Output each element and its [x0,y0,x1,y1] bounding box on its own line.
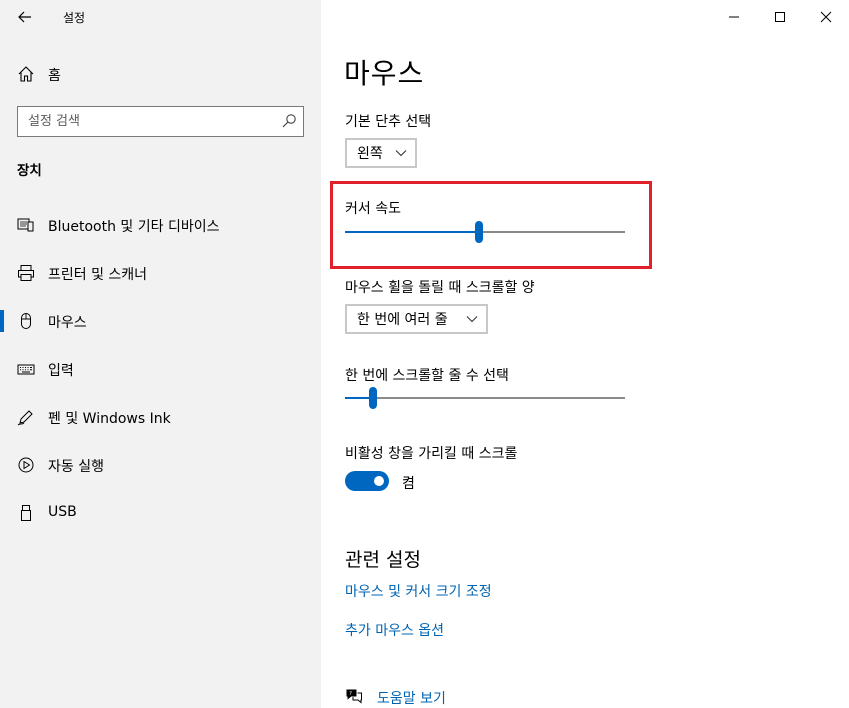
scroll-amount-select[interactable]: 한 번에 여러 줄 [345,304,488,334]
primary-button-select[interactable]: 왼쪽 [345,138,417,168]
maximize-button[interactable] [757,0,803,34]
close-icon [820,11,832,23]
page-title: 마우스 [344,57,425,90]
section-title: 장치 [17,163,42,179]
svg-text:?: ? [349,691,352,697]
sidebar-item-mouse[interactable]: 마우스 [0,299,321,343]
search-icon[interactable] [281,113,297,129]
minimize-button[interactable] [711,0,757,34]
scroll-amount-value: 한 번에 여러 줄 [357,312,448,328]
inactive-scroll-label: 비활성 창을 가리킬 때 스크롤 [345,446,518,462]
sidebar-item-label: 프린터 및 스캐너 [48,267,148,283]
active-indicator [0,310,4,332]
toggle-knob [374,476,384,486]
help-chat-icon: ? [346,689,362,704]
autoplay-icon [18,457,34,473]
primary-button-value: 왼쪽 [357,146,383,162]
cursor-speed-slider[interactable] [345,220,625,244]
mouse-cursor-size-link[interactable]: 마우스 및 커서 크기 조정 [345,581,492,601]
sidebar-item-label: 펜 및 Windows Ink [48,411,171,427]
search-box[interactable] [17,106,304,137]
slider-thumb[interactable] [475,221,483,243]
back-arrow-icon [18,11,31,23]
slider-fill [345,231,479,233]
search-input[interactable] [18,107,268,136]
sidebar-item-label: Bluetooth 및 기타 디바이스 [48,219,220,235]
get-help-label: 도움말 보기 [377,691,446,707]
scroll-amount-label: 마우스 휠을 돌릴 때 스크롤할 양 [345,280,535,296]
lines-to-scroll-label: 한 번에 스크롤할 줄 수 선택 [345,368,509,384]
chevron-down-icon [466,316,478,323]
home-icon [18,66,34,82]
cursor-speed-label: 커서 속도 [345,201,401,217]
close-button[interactable] [803,0,849,34]
sidebar-item-bluetooth[interactable]: Bluetooth 및 기타 디바이스 [0,203,321,247]
minimize-icon [729,16,739,18]
mouse-icon [21,313,31,329]
maximize-icon [775,12,785,22]
back-button[interactable] [10,4,40,30]
printer-icon [18,265,34,281]
sidebar-item-label: 홈 [48,68,61,84]
toggle-state-text: 켬 [402,476,415,492]
sidebar: 설정 홈 장치 Bluetooth 및 기타 디바이스 프린터 및 스캐너 [0,0,321,708]
sidebar-item-pen[interactable]: 펜 및 Windows Ink [0,395,321,439]
primary-button-label: 기본 단추 선택 [345,114,432,130]
slider-track [345,397,625,399]
pen-icon [17,410,33,426]
sidebar-item-autoplay[interactable]: 자동 실행 [0,443,321,487]
chevron-down-icon [395,150,407,157]
sidebar-item-label: USB [48,504,77,520]
sidebar-titlebar: 설정 [0,0,321,34]
slider-thumb[interactable] [369,387,377,409]
inactive-scroll-toggle[interactable] [345,471,389,491]
related-settings-title: 관련 설정 [345,549,421,571]
app-title: 설정 [63,11,86,25]
window-controls [711,0,849,34]
lines-to-scroll-slider[interactable] [345,386,625,410]
sidebar-item-usb[interactable]: USB [0,491,321,535]
sidebar-item-printers[interactable]: 프린터 및 스캐너 [0,251,321,295]
sidebar-item-typing[interactable]: 입력 [0,347,321,391]
keyboard-icon [17,364,35,375]
usb-icon [21,505,31,521]
sidebar-item-label: 입력 [48,363,74,379]
sidebar-item-home[interactable]: 홈 [0,58,321,90]
bluetooth-devices-icon [17,218,34,232]
sidebar-item-label: 자동 실행 [48,459,104,475]
sidebar-item-label: 마우스 [48,315,87,331]
additional-mouse-options-link[interactable]: 추가 마우스 옵션 [345,620,444,640]
